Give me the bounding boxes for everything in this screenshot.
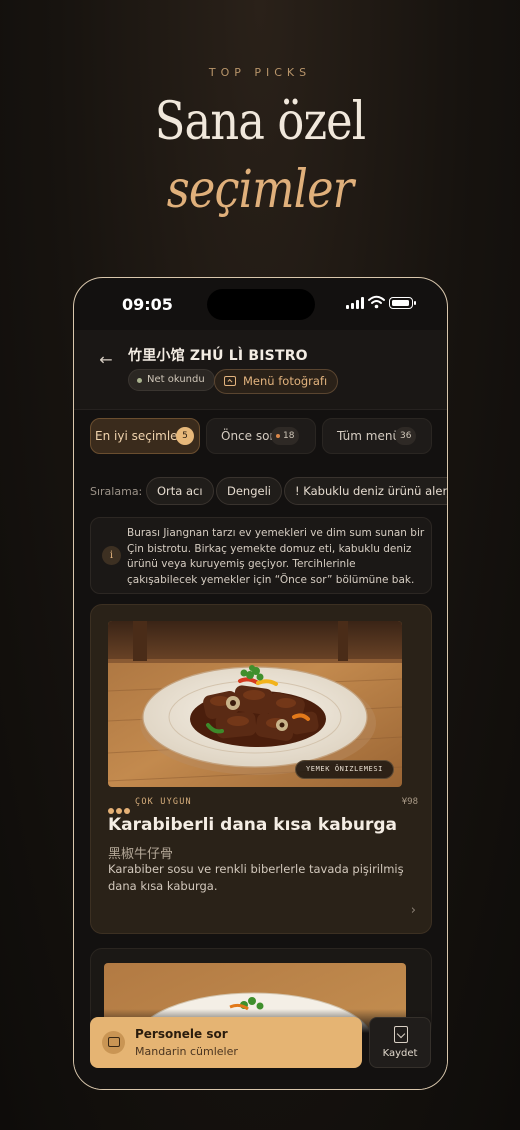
info-note-text: Burası Jiangnan tarzı ev yemekleri ve di… xyxy=(127,527,425,586)
dish-name-chinese: 黑椒牛仔骨 xyxy=(108,847,174,862)
restaurant-header: ← 竹里小馆 ZHÚ LÌ BISTRO Net okundu Menü fot… xyxy=(74,330,447,410)
sort-option-shellfish-allergy[interactable]: ! Kabuklu deniz ürünü alerjisi xyxy=(284,477,447,505)
tab-label: Tüm menü xyxy=(337,429,401,443)
signal-icon xyxy=(346,297,365,309)
dynamic-island xyxy=(207,289,315,320)
tab-label: Önce sor xyxy=(221,429,275,443)
info-note: i Burası Jiangnan tarzı ev yemekleri ve … xyxy=(90,517,432,594)
tab-label: En iyi seçimler xyxy=(95,429,183,443)
tab-ask-first[interactable]: Önce sor 18 xyxy=(206,418,316,454)
menu-photo-label: Menü fotoğrafı xyxy=(243,374,328,388)
ask-staff-subtitle: Mandarin cümleler xyxy=(135,1045,238,1058)
dish-card[interactable]: YEMEK ÖNIZLEMESI ÇOK UYGUN ¥98 Karabiber… xyxy=(90,604,432,934)
tab-top-picks[interactable]: En iyi seçimler 5 xyxy=(90,418,200,454)
sort-option-balanced[interactable]: Dengeli xyxy=(216,477,282,505)
sort-option-medium-spicy[interactable]: Orta acı xyxy=(146,477,214,505)
ask-staff-title: Personele sor xyxy=(135,1027,228,1041)
status-time: 09:05 xyxy=(122,295,173,314)
save-document-icon xyxy=(394,1026,408,1043)
ask-staff-button[interactable]: Personele sor Mandarin cümleler xyxy=(90,1017,362,1068)
sort-label: Sıralama: xyxy=(90,485,143,498)
dish-meta-row: ÇOK UYGUN ¥98 xyxy=(108,796,418,814)
sort-row: Sıralama: Orta acı Dengeli ! Kabuklu den… xyxy=(90,477,447,507)
tab-count-badge: 18 xyxy=(271,427,300,445)
save-button[interactable]: Kaydet xyxy=(369,1017,431,1068)
wifi-icon xyxy=(368,295,385,309)
dish-price: ¥98 xyxy=(401,797,418,807)
promo-eyebrow: TOP PICKS xyxy=(208,66,312,79)
save-label: Kaydet xyxy=(382,1048,418,1059)
info-icon: i xyxy=(102,546,121,565)
dish-preview-badge: YEMEK ÖNIZLEMESI xyxy=(294,760,394,779)
dish-photo: YEMEK ÖNIZLEMESI xyxy=(108,621,402,787)
battery-icon xyxy=(389,297,416,309)
menu-photo-button[interactable]: Menü fotoğrafı xyxy=(214,369,339,394)
dish-description: Karabiber sosu ve renkli biberlerle tava… xyxy=(108,862,404,893)
tab-count-badge: 5 xyxy=(176,427,194,445)
tab-count-badge: 36 xyxy=(395,427,417,445)
image-icon xyxy=(224,376,236,386)
chat-bubble-icon xyxy=(102,1031,125,1054)
dish-name: Karabiberli dana kısa kaburga xyxy=(108,815,397,835)
status-bar: 09:05 xyxy=(74,278,447,330)
back-arrow-icon[interactable]: ← xyxy=(96,350,116,370)
scan-status-badge: Net okundu xyxy=(128,369,215,391)
restaurant-title: 竹里小馆 ZHÚ LÌ BISTRO xyxy=(128,348,308,364)
promo-headline-accent: seçimler xyxy=(166,160,354,220)
promo-headline: Sana özel xyxy=(154,92,366,152)
match-label: ÇOK UYGUN xyxy=(135,797,192,807)
phone-frame: 09:05 ← 竹里小馆 ZHÚ LÌ BISTRO Net okundu Me… xyxy=(73,277,448,1090)
tab-full-menu[interactable]: Tüm menü 36 xyxy=(322,418,432,454)
chevron-right-icon[interactable]: › xyxy=(411,903,416,918)
tab-bar: En iyi seçimler 5 Önce sor 18 Tüm menü 3… xyxy=(90,418,435,454)
